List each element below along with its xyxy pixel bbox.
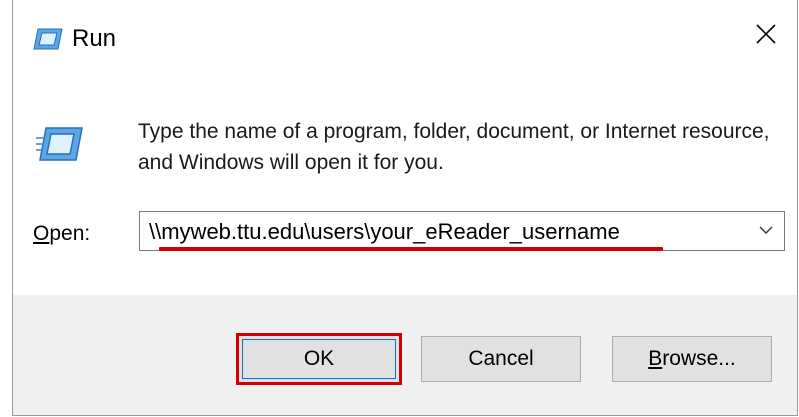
window-title: Run	[72, 25, 117, 52]
dropdown-button[interactable]	[748, 212, 784, 250]
browse-button[interactable]: Browse...	[612, 336, 772, 382]
button-bar: OK Cancel Browse...	[13, 295, 797, 415]
dialog-content: Type the name of a program, folder, docu…	[13, 72, 797, 295]
dialog-description: Type the name of a program, folder, docu…	[138, 120, 770, 174]
cancel-button[interactable]: Cancel	[421, 336, 581, 382]
open-label: Open:	[33, 222, 90, 246]
run-icon	[36, 120, 84, 168]
open-label-accelerator: O	[33, 222, 50, 245]
close-icon	[756, 23, 776, 49]
run-icon	[33, 28, 63, 50]
open-combobox[interactable]: \\myweb.ttu.edu\users\your_eReader_usern…	[139, 211, 785, 251]
ok-button-focus: OK	[242, 339, 396, 379]
browse-accelerator: B	[648, 347, 663, 370]
ok-button-label: OK	[303, 347, 335, 370]
chevron-down-icon	[759, 222, 773, 240]
highlight-underline	[159, 247, 663, 251]
browse-button-label: Browse...	[648, 347, 736, 371]
cancel-button-label: Cancel	[468, 347, 534, 370]
browse-label-rest: rowse...	[662, 347, 736, 370]
close-button[interactable]	[735, 0, 797, 72]
ok-button[interactable]: OK	[236, 333, 402, 385]
open-input[interactable]: \\myweb.ttu.edu\users\your_eReader_usern…	[149, 219, 620, 245]
title-bar: Run	[13, 0, 797, 72]
open-label-text: pen:	[49, 222, 91, 245]
run-dialog: Run Type the name of a program, folder, …	[12, 0, 798, 416]
